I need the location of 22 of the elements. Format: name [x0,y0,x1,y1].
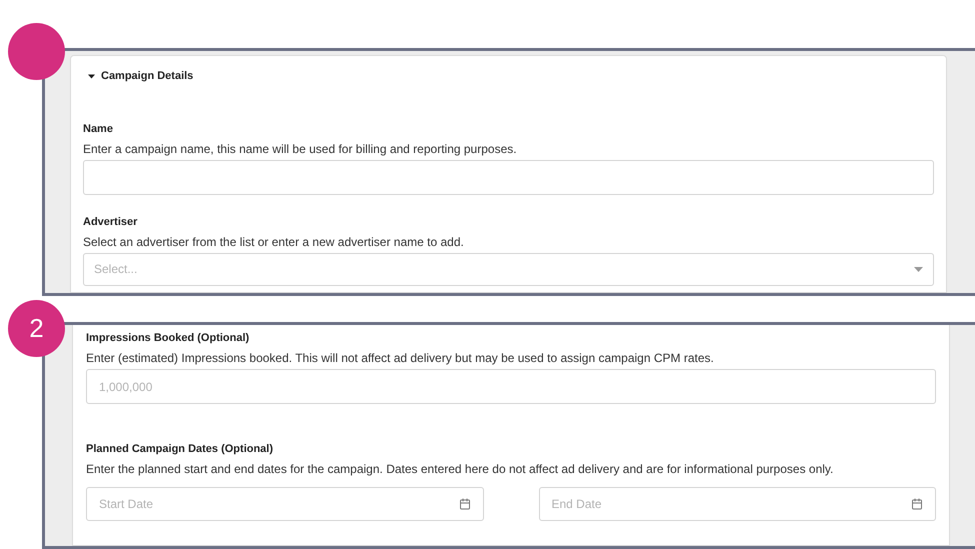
date-field[interactable]: Start Date [86,487,484,521]
field-help: Select an advertiser from the list or enter a new advertiser name to add. [83,234,465,250]
text-field[interactable]: 1,000,000 [86,369,936,404]
field-help: Enter (estimated) Impressions booked. This will not affect ad delivery but may be used to assign campaign CPM rates. [86,350,715,366]
select-placeholder: Select... [94,261,138,278]
field-label: Name [83,122,114,136]
field-help: Enter a campaign name, this name will be used for billing and reporting purposes. [83,140,518,156]
field-label: Impressions Booked (Optional) [86,331,250,345]
text-field[interactable] [83,160,934,194]
field-label: Advertiser [83,214,138,228]
date-placeholder: Start Date [99,496,154,513]
calendar-icon [911,498,923,510]
caret-icon [914,266,923,272]
step-badge: 2 [8,300,65,357]
date-placeholder: End Date [552,496,602,513]
field-help: Enter the planned start and end dates for the campaign. Dates entered here do not affect ad delivery and are for informational purposes only. [86,461,834,477]
field-label: Planned Campaign Dates (Optional) [86,442,274,456]
section-header[interactable]: Campaign Details [88,68,934,84]
date-field[interactable]: End Date [538,487,936,521]
select-field[interactable]: Select... [83,252,934,286]
section-title: Campaign Details [101,69,194,84]
calendar-icon [458,498,470,510]
